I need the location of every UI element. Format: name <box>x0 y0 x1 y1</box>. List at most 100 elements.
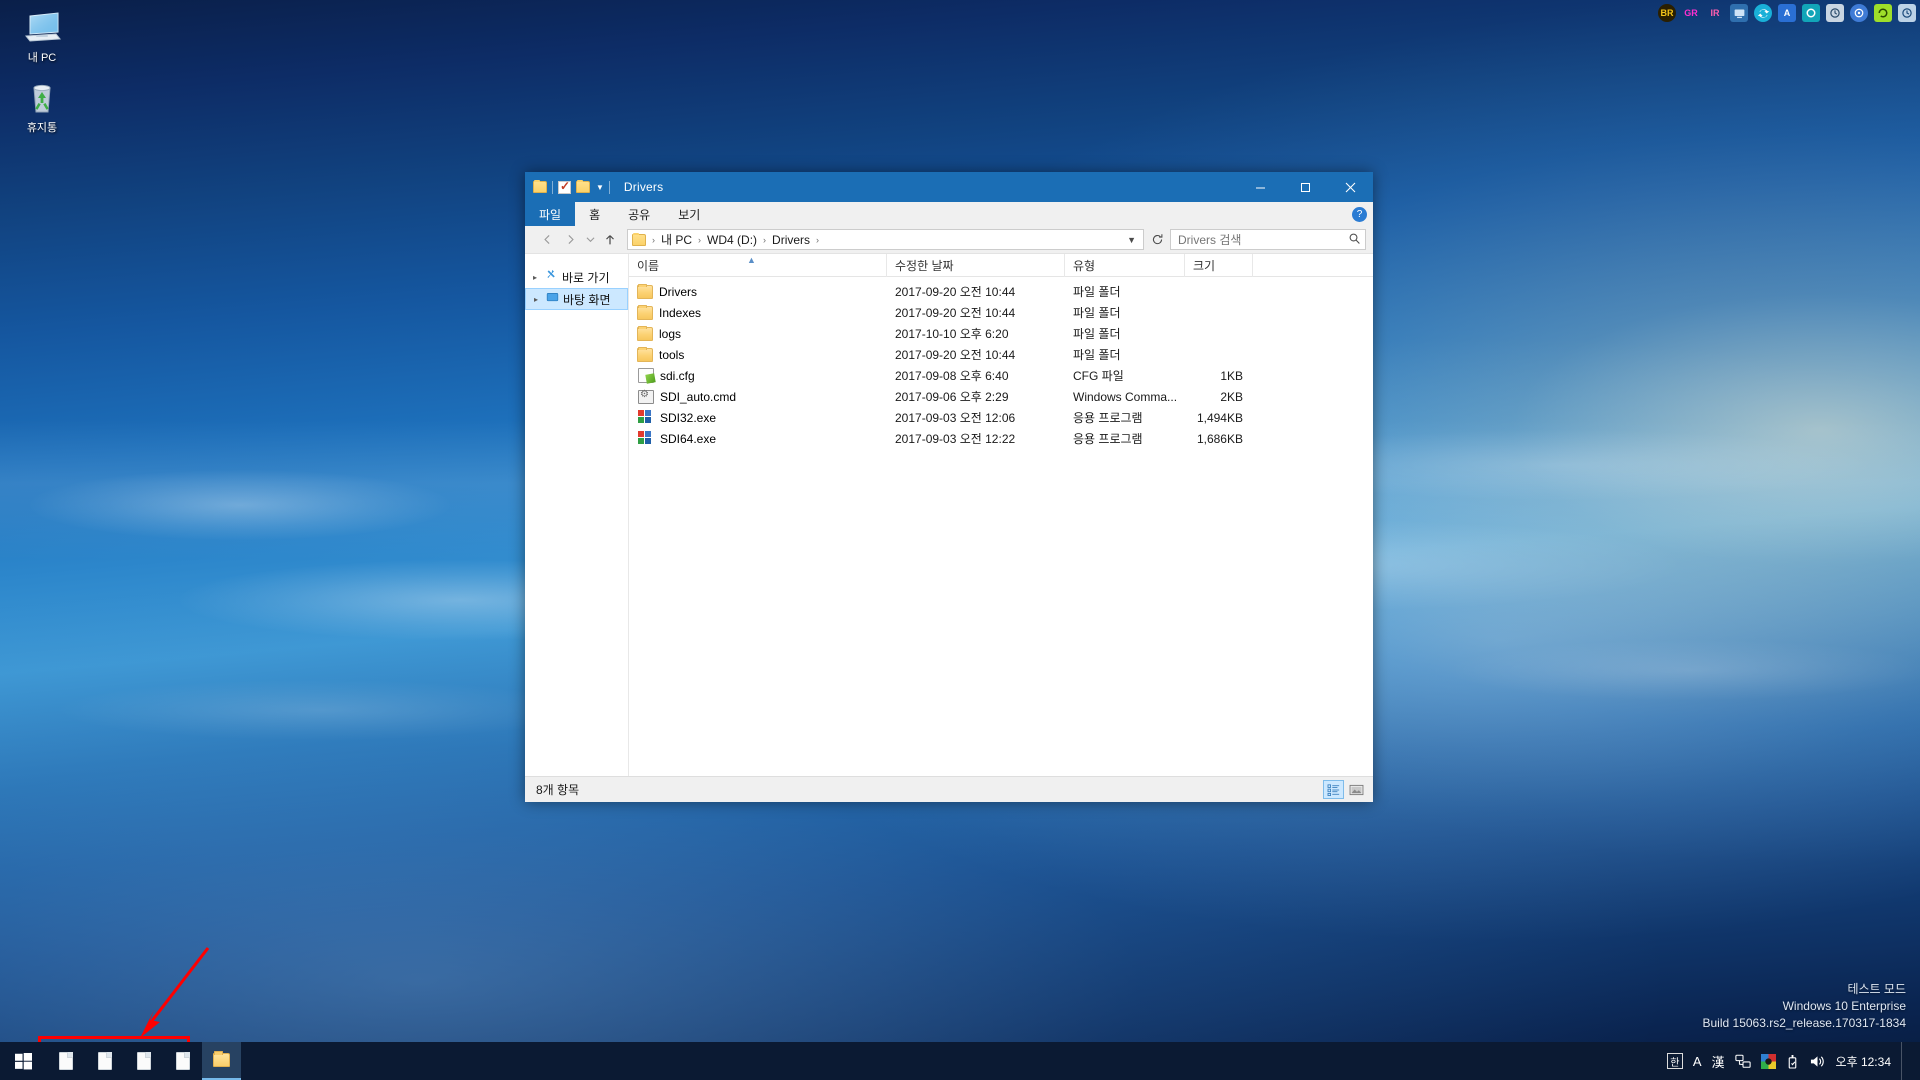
tab-view[interactable]: 보기 <box>664 202 714 226</box>
address-bar-row[interactable]: › 내 PC › WD4 (D:) › Drivers › ▼ Drivers … <box>525 226 1373 254</box>
gr-icon[interactable]: GR <box>1682 4 1700 22</box>
show-desktop-button[interactable] <box>1901 1042 1908 1080</box>
green-disk-icon[interactable] <box>1874 4 1892 22</box>
table-row[interactable]: SDI32.exe 2017-09-03 오전 12:06 응용 프로그램 1,… <box>629 407 1373 428</box>
table-row[interactable]: Indexes 2017-09-20 오전 10:44 파일 폴더 <box>629 302 1373 323</box>
file-name-cell[interactable]: tools <box>629 347 887 362</box>
breadcrumb-separator[interactable]: › <box>697 235 702 245</box>
details-view-button[interactable] <box>1323 780 1344 799</box>
column-date-modified[interactable]: 수정한 날짜 <box>887 254 1065 277</box>
test-mode-watermark: 테스트 모드 Windows 10 Enterprise Build 15063… <box>1703 981 1907 1032</box>
breadcrumb-folder-icon[interactable] <box>632 232 646 246</box>
view-mode-buttons[interactable] <box>1323 780 1367 799</box>
breadcrumb-separator[interactable]: › <box>815 235 820 245</box>
volume-icon[interactable] <box>1809 1054 1826 1069</box>
file-explorer-window[interactable]: ▼ Drivers 파일 <box>525 172 1373 802</box>
file-name-cell[interactable]: Indexes <box>629 305 887 320</box>
tab-file[interactable]: 파일 <box>525 202 576 226</box>
ime-hanja-icon[interactable]: 漢 <box>1712 1052 1725 1071</box>
file-name-cell[interactable]: logs <box>629 326 887 341</box>
desktop-icon-this-pc[interactable]: 내 PC <box>4 8 80 65</box>
sidebar-item-desktop[interactable]: ▸ 바탕 화면 <box>525 288 628 310</box>
navigation-pane[interactable]: ▸ 바로 가기 ▸ 바탕 화면 <box>525 254 629 776</box>
up-button[interactable] <box>599 229 620 250</box>
start-button[interactable] <box>0 1042 46 1080</box>
table-row[interactable]: SDI64.exe 2017-09-03 오전 12:22 응용 프로그램 1,… <box>629 428 1373 449</box>
file-name-cell[interactable]: SDI32.exe <box>629 410 887 425</box>
disk-tool-icon[interactable] <box>1850 4 1868 22</box>
column-header-row[interactable]: 이름 ▲ 수정한 날짜 유형 크기 <box>629 254 1373 277</box>
br-icon[interactable]: BR <box>1658 4 1676 22</box>
ime-alpha-icon[interactable]: A <box>1693 1054 1702 1069</box>
taskbar-item-doc-1[interactable] <box>46 1042 85 1080</box>
desktop-icon-recycle-bin[interactable]: 휴지통 <box>4 78 80 135</box>
taskbar[interactable]: 한 A 漢 오후 12:34 <box>0 1042 1920 1080</box>
refresh-button[interactable] <box>1146 233 1168 246</box>
help-button[interactable]: ? <box>1352 206 1367 222</box>
ribbon-tabs-rest[interactable]: 홈 공유 보기 ? <box>575 202 1373 226</box>
window-controls[interactable] <box>1238 172 1373 202</box>
network-icon[interactable] <box>1734 1054 1751 1069</box>
file-name-cell[interactable]: SDI_auto.cmd <box>629 389 887 404</box>
large-icons-view-button[interactable] <box>1346 780 1367 799</box>
chevron-right-icon[interactable]: ▸ <box>529 273 541 282</box>
table-row[interactable]: logs 2017-10-10 오후 6:20 파일 폴더 <box>629 323 1373 344</box>
taskbar-item-doc-4[interactable] <box>163 1042 202 1080</box>
search-input[interactable]: Drivers 검색 <box>1170 229 1366 250</box>
file-name-cell[interactable]: Drivers <box>629 284 887 299</box>
recent-locations-button[interactable] <box>583 229 597 250</box>
breadcrumb-separator[interactable]: › <box>762 235 767 245</box>
taskbar-item-doc-3[interactable] <box>124 1042 163 1080</box>
acronis-icon[interactable]: A <box>1778 4 1796 22</box>
quick-access-toolbar[interactable]: ▼ <box>533 179 610 194</box>
ribbon-tab-bar[interactable]: 파일 홈 공유 보기 ? <box>525 202 1373 226</box>
tab-share[interactable]: 공유 <box>614 202 664 226</box>
file-name-cell[interactable]: SDI64.exe <box>629 431 887 446</box>
chevron-down-icon[interactable]: ▼ <box>1127 235 1139 245</box>
qat-folder-icon[interactable] <box>533 180 547 193</box>
chevron-right-icon[interactable]: ▸ <box>530 295 542 304</box>
column-size[interactable]: 크기 <box>1185 254 1253 277</box>
file-list[interactable]: Drivers 2017-09-20 오전 10:44 파일 폴더 Indexe… <box>629 277 1373 776</box>
usb-eject-icon[interactable] <box>1786 1054 1799 1069</box>
forward-button[interactable] <box>560 229 581 250</box>
search-icon[interactable] <box>1348 232 1361 248</box>
table-row[interactable]: tools 2017-09-20 오전 10:44 파일 폴더 <box>629 344 1373 365</box>
breadcrumb-item-drivers[interactable]: Drivers <box>769 233 813 247</box>
file-name-cell[interactable]: sdi.cfg <box>629 368 887 383</box>
breadcrumb[interactable]: › 내 PC › WD4 (D:) › Drivers › ▼ <box>627 229 1144 250</box>
content-pane[interactable]: 이름 ▲ 수정한 날짜 유형 크기 Drivers 2017-09-20 오전 … <box>629 254 1373 776</box>
table-row[interactable]: SDI_auto.cmd 2017-09-06 오후 2:29 Windows … <box>629 386 1373 407</box>
top-utility-icon-row[interactable]: BR GR IR A <box>1658 2 1916 24</box>
qat-properties-icon[interactable] <box>558 179 571 194</box>
breadcrumb-separator[interactable]: › <box>651 235 656 245</box>
breadcrumb-item-wd4[interactable]: WD4 (D:) <box>704 233 760 247</box>
desktop[interactable]: 내 PC 휴지통 BR GR IR A ✓ ▼ Drivers 파일 홈 공유 … <box>0 0 1920 1080</box>
column-name[interactable]: 이름 ▲ <box>629 254 887 277</box>
column-type[interactable]: 유형 <box>1065 254 1185 277</box>
back-button[interactable] <box>537 229 558 250</box>
remote-desktop-icon[interactable] <box>1730 4 1748 22</box>
table-row[interactable]: sdi.cfg 2017-09-08 오후 6:40 CFG 파일 1KB <box>629 365 1373 386</box>
qat-new-folder-icon[interactable] <box>576 180 590 193</box>
camera-icon[interactable] <box>1802 4 1820 22</box>
minimize-button[interactable] <box>1238 172 1283 202</box>
close-button[interactable] <box>1328 172 1373 202</box>
backup-history-icon[interactable] <box>1826 4 1844 22</box>
tab-home[interactable]: 홈 <box>575 202 614 226</box>
sidebar-item-quick-access[interactable]: ▸ 바로 가기 <box>525 266 628 288</box>
ir-icon[interactable]: IR <box>1706 4 1724 22</box>
ime-korean-icon[interactable]: 한 <box>1666 1053 1683 1069</box>
table-row[interactable]: Drivers 2017-09-20 오전 10:44 파일 폴더 <box>629 281 1373 302</box>
taskbar-item-doc-2[interactable] <box>85 1042 124 1080</box>
window-titlebar[interactable]: ▼ Drivers <box>525 172 1373 202</box>
restore-point-icon[interactable] <box>1898 4 1916 22</box>
chevron-down-icon[interactable]: ▼ <box>596 183 604 192</box>
maximize-button[interactable] <box>1283 172 1328 202</box>
color-profile-icon[interactable] <box>1760 1053 1776 1069</box>
taskbar-clock[interactable]: 오후 12:34 <box>1836 1053 1891 1070</box>
system-tray[interactable]: 한 A 漢 오후 12:34 <box>1666 1042 1920 1080</box>
taskbar-item-explorer[interactable] <box>202 1042 241 1080</box>
sync-icon[interactable] <box>1754 4 1772 22</box>
breadcrumb-item-this-pc[interactable]: 내 PC <box>658 231 695 248</box>
